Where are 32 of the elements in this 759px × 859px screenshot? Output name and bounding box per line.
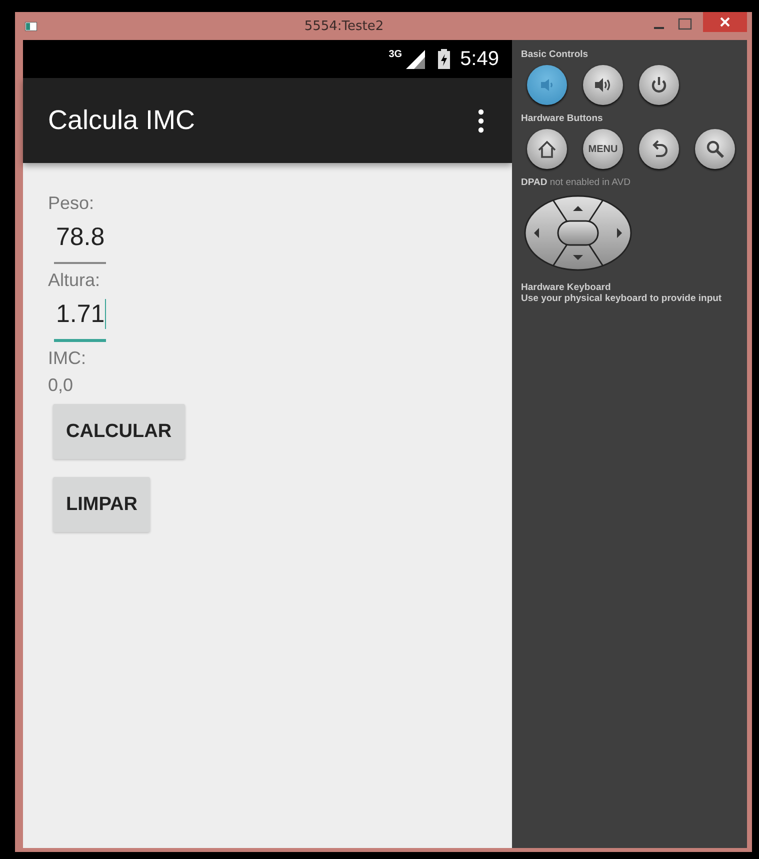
section-title: Basic Controls <box>521 49 590 60</box>
input-field[interactable]: 78.8 <box>54 222 106 264</box>
action-button[interactable]: LIMPAR <box>53 477 150 532</box>
hardware-button[interactable]: MENU <box>583 129 623 169</box>
keyboard-hint: Use your physical keyboard to provide input <box>521 293 723 304</box>
overflow-menu-icon[interactable] <box>478 108 484 132</box>
keyboard-title: Hardware Keyboard <box>521 282 612 293</box>
input-field[interactable]: 1.71 <box>54 299 106 342</box>
field-label: Peso: <box>48 193 94 214</box>
hardware-button[interactable] <box>583 65 623 105</box>
app-title: Calcula IMC <box>48 105 196 136</box>
hardware-button[interactable] <box>695 129 735 169</box>
search-icon <box>704 138 726 160</box>
result-label: IMC: <box>48 348 86 369</box>
section-title: Hardware Buttons <box>521 113 604 124</box>
dpad-note: DPAD not enabled in AVD <box>521 177 632 188</box>
close-button[interactable] <box>703 12 747 32</box>
battery-charging-icon <box>438 49 450 69</box>
hardware-button[interactable] <box>527 129 567 169</box>
window-icon <box>25 22 37 30</box>
hardware-button[interactable] <box>527 65 567 105</box>
hardware-button[interactable] <box>639 129 679 169</box>
hardware-button[interactable] <box>639 65 679 105</box>
result-value: 0,0 <box>48 375 74 396</box>
network-label: 3G <box>388 49 402 60</box>
clock: 5:49 <box>460 48 499 70</box>
maximize-icon[interactable] <box>677 18 693 30</box>
action-button[interactable]: CALCULAR <box>53 404 185 459</box>
window-title: 5554:Teste2 <box>303 18 385 34</box>
close-icon[interactable] <box>720 17 730 27</box>
home-icon <box>536 138 558 160</box>
field-label: Altura: <box>48 270 100 291</box>
